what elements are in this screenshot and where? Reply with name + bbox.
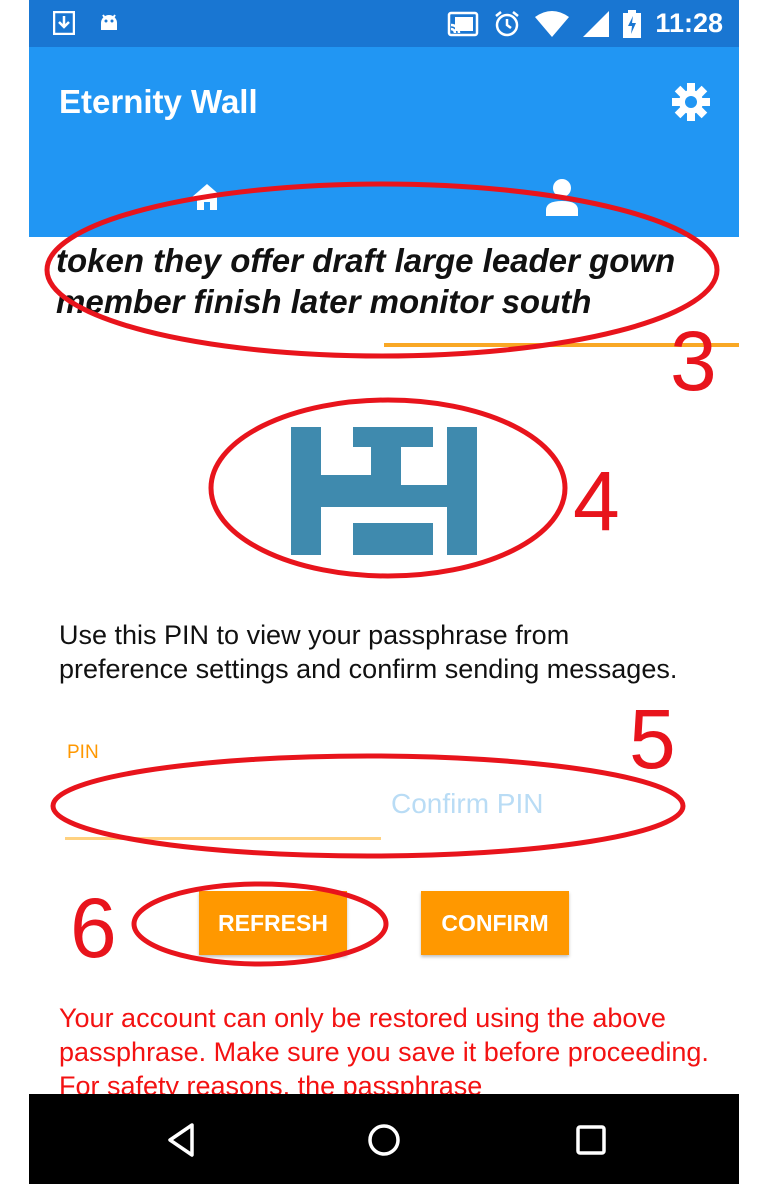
home-circle-icon <box>368 1124 400 1156</box>
confirm-button[interactable]: CONFIRM <box>421 891 569 955</box>
warning-text: Your account can only be restored using … <box>59 1003 709 1101</box>
signal-icon <box>583 10 610 37</box>
app-screen: 11:28 Eternity Wall token they offer dra… <box>29 0 739 1184</box>
passphrase-line-1: token they offer draft large leader gown <box>56 242 676 279</box>
wifi-icon <box>535 10 570 37</box>
identicon-logo <box>291 427 477 555</box>
pin-label: PIN <box>67 742 99 763</box>
back-triangle-icon <box>168 1123 194 1157</box>
pin-input[interactable] <box>65 775 381 840</box>
back-button[interactable] <box>160 1118 204 1162</box>
home-button[interactable] <box>362 1118 406 1162</box>
passphrase-line-2: member finish later monitor south <box>56 283 592 320</box>
tab-home[interactable] <box>29 157 384 237</box>
app-bar: Eternity Wall <box>29 47 739 347</box>
recent-apps-icon <box>576 1125 606 1155</box>
app-title: Eternity Wall <box>59 83 258 120</box>
tab-indicator <box>384 343 739 347</box>
tab-bar <box>29 157 739 347</box>
alarm-icon <box>495 10 520 36</box>
download-icon <box>53 11 75 35</box>
home-icon <box>191 184 222 210</box>
android-icon <box>101 14 117 30</box>
refresh-button[interactable]: REFRESH <box>199 891 347 955</box>
battery-charging-icon <box>623 9 642 38</box>
gear-icon <box>672 83 710 121</box>
cast-icon <box>448 11 479 36</box>
recent-apps-button[interactable] <box>569 1118 613 1162</box>
status-time: 11:28 <box>655 8 723 38</box>
navigation-bar <box>29 1094 739 1184</box>
person-icon <box>545 179 578 216</box>
settings-button[interactable] <box>671 82 711 122</box>
status-bar: 11:28 <box>29 0 739 47</box>
pin-info-text: Use this PIN to view your passphrase fro… <box>59 620 678 684</box>
passphrase-text: token they offer draft large leader gown… <box>56 240 736 322</box>
tab-profile[interactable] <box>384 157 739 237</box>
confirm-pin-input[interactable] <box>389 775 643 833</box>
